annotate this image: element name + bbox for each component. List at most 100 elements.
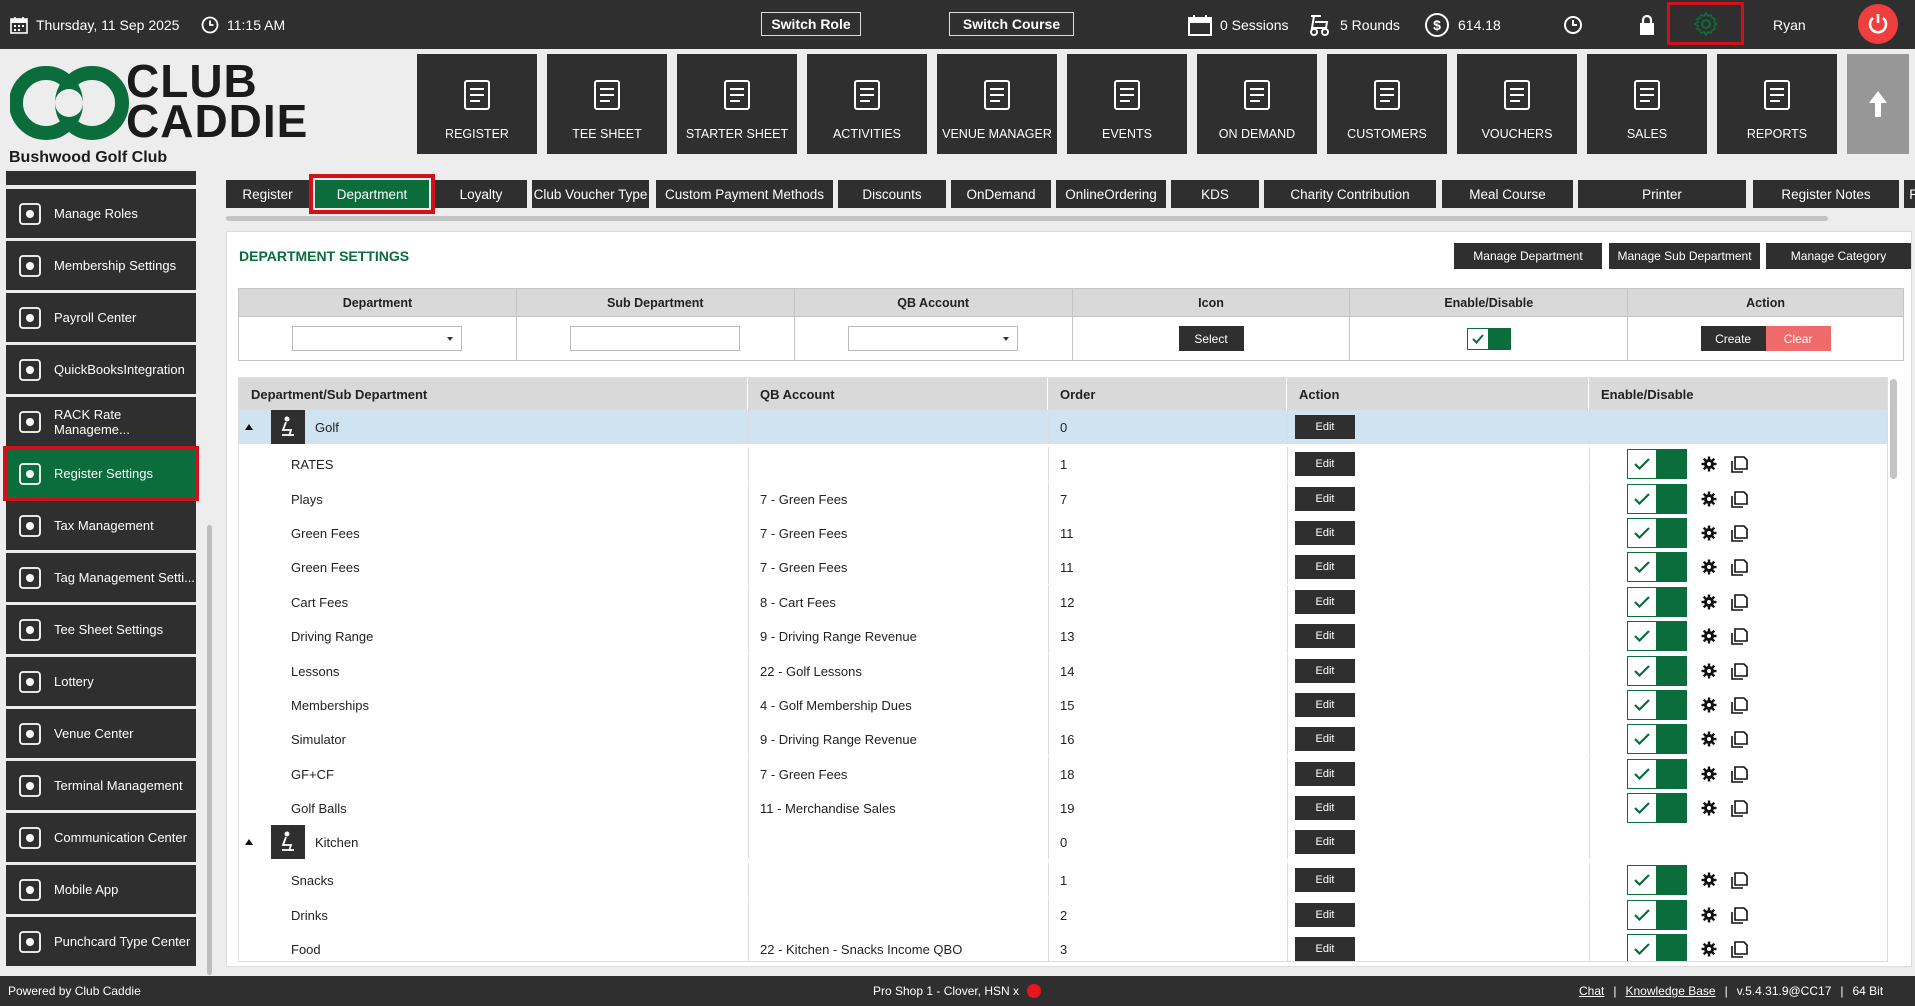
enable-toggle[interactable]: [1627, 449, 1687, 479]
sidebar-item-communication-center[interactable]: Communication Center: [6, 813, 196, 862]
sidebar-item-tag-management-setti[interactable]: Tag Management Setti...: [6, 553, 196, 602]
tab-register-notes[interactable]: Register Notes: [1753, 180, 1899, 208]
department-row[interactable]: Kitchen 0 Edit: [239, 825, 1887, 859]
gear-icon[interactable]: [1701, 731, 1717, 747]
sidebar-item-previous[interactable]: [6, 171, 196, 185]
sub-department-row[interactable]: Snacks 1 Edit: [239, 863, 1887, 897]
sidebar-item-mobile-app[interactable]: Mobile App: [6, 865, 196, 914]
edit-button[interactable]: Edit: [1295, 487, 1355, 511]
sidebar-item-register-settings[interactable]: Register Settings: [3, 446, 199, 501]
history-button[interactable]: [1563, 0, 1583, 49]
enable-toggle[interactable]: [1627, 484, 1687, 514]
edit-button[interactable]: Edit: [1295, 590, 1355, 614]
sidebar-item-payroll-center[interactable]: Payroll Center: [6, 293, 196, 342]
sub-department-row[interactable]: RATES 1 Edit: [239, 447, 1887, 481]
edit-button[interactable]: Edit: [1295, 624, 1355, 648]
gear-icon[interactable]: [1701, 766, 1717, 782]
tab-club-voucher-type[interactable]: Club Voucher Type: [532, 180, 649, 208]
copy-icon[interactable]: [1731, 799, 1749, 817]
module-tee-sheet[interactable]: TEE SHEET: [547, 54, 667, 154]
sidebar-item-rack-rate-manageme[interactable]: RACK Rate Manageme...: [6, 397, 196, 446]
edit-button[interactable]: Edit: [1295, 415, 1355, 439]
edit-button[interactable]: Edit: [1295, 868, 1355, 892]
tab-meal-course[interactable]: Meal Course: [1442, 180, 1573, 208]
department-row[interactable]: Golf 0 Edit: [239, 410, 1887, 444]
collapse-arrow-icon[interactable]: [245, 839, 253, 845]
sidebar-item-membership-settings[interactable]: Membership Settings: [6, 241, 196, 290]
gear-icon[interactable]: [1701, 525, 1717, 541]
sidebar-item-tee-sheet-settings[interactable]: Tee Sheet Settings: [6, 605, 196, 654]
clear-button[interactable]: Clear: [1765, 326, 1831, 351]
sidebar-item-lottery[interactable]: Lottery: [6, 657, 196, 706]
tabs-scrollbar[interactable]: [226, 216, 1828, 221]
tab-ondemand[interactable]: OnDemand: [951, 180, 1051, 208]
sub-department-row[interactable]: Food 22 - Kitchen - Snacks Income QBO 3 Edi…: [239, 932, 1887, 961]
enable-toggle[interactable]: [1627, 900, 1687, 930]
edit-button[interactable]: Edit: [1295, 727, 1355, 751]
sessions-display[interactable]: 0 Sessions: [1188, 0, 1288, 49]
sub-department-row[interactable]: Plays 7 - Green Fees 7 Edit: [239, 482, 1887, 516]
tab-discounts[interactable]: Discounts: [838, 180, 946, 208]
icon-select-button[interactable]: Select: [1178, 326, 1244, 351]
sidebar-item-venue-center[interactable]: Venue Center: [6, 709, 196, 758]
sub-department-row[interactable]: Lessons 22 - Golf Lessons 14 Edit: [239, 654, 1887, 688]
module-activities[interactable]: ACTIVITIES: [807, 54, 927, 154]
gear-icon[interactable]: [1701, 663, 1717, 679]
manage-department-button[interactable]: Manage Department: [1454, 243, 1602, 269]
department-select[interactable]: [292, 326, 463, 351]
gear-icon[interactable]: [1701, 907, 1717, 923]
sub-department-input[interactable]: [570, 326, 741, 351]
enable-toggle[interactable]: [1627, 724, 1687, 754]
module-customers[interactable]: CUSTOMERS: [1327, 54, 1447, 154]
tab-charity-contribution[interactable]: Charity Contribution: [1264, 180, 1436, 208]
copy-icon[interactable]: [1731, 627, 1749, 645]
gear-icon[interactable]: [1701, 491, 1717, 507]
module-events[interactable]: EVENTS: [1067, 54, 1187, 154]
manage-category-button[interactable]: Manage Category: [1766, 243, 1911, 269]
tab-register[interactable]: Register: [226, 180, 309, 208]
manage-sub-department-button[interactable]: Manage Sub Department: [1609, 243, 1760, 269]
gear-icon[interactable]: [1701, 628, 1717, 644]
sub-department-row[interactable]: GF+CF 7 - Green Fees 18 Edit: [239, 757, 1887, 791]
copy-icon[interactable]: [1731, 730, 1749, 748]
gear-icon[interactable]: [1701, 594, 1717, 610]
switch-role-button[interactable]: Switch Role: [761, 12, 861, 36]
module-reports[interactable]: REPORTS: [1717, 54, 1837, 154]
edit-button[interactable]: Edit: [1295, 693, 1355, 717]
enable-toggle[interactable]: [1627, 793, 1687, 823]
enable-toggle[interactable]: [1466, 327, 1511, 350]
enable-toggle[interactable]: [1627, 587, 1687, 617]
sub-department-row[interactable]: Drinks 2 Edit: [239, 898, 1887, 932]
enable-toggle[interactable]: [1627, 865, 1687, 895]
module-vouchers[interactable]: VOUCHERS: [1457, 54, 1577, 154]
sidebar-scrollbar[interactable]: [207, 525, 212, 975]
tab-department[interactable]: Department: [309, 174, 435, 214]
module-starter-sheet[interactable]: STARTER SHEET: [677, 54, 797, 154]
settings-button[interactable]: [1667, 2, 1744, 45]
knowledge-base-link[interactable]: Knowledge Base: [1625, 984, 1715, 998]
enable-toggle[interactable]: [1627, 690, 1687, 720]
enable-toggle[interactable]: [1627, 552, 1687, 582]
copy-icon[interactable]: [1731, 662, 1749, 680]
list-scrollbar[interactable]: [1890, 379, 1897, 479]
sub-department-row[interactable]: Green Fees 7 - Green Fees 11 Edit: [239, 516, 1887, 550]
enable-toggle[interactable]: [1627, 621, 1687, 651]
sub-department-row[interactable]: Driving Range 9 - Driving Range Revenue 13…: [239, 619, 1887, 653]
gear-icon[interactable]: [1701, 559, 1717, 575]
edit-button[interactable]: Edit: [1295, 659, 1355, 683]
sub-department-row[interactable]: Cart Fees 8 - Cart Fees 12 Edit: [239, 585, 1887, 619]
sub-department-row[interactable]: Simulator 9 - Driving Range Revenue 16 Edit: [239, 722, 1887, 756]
module-on-demand[interactable]: ON DEMAND: [1197, 54, 1317, 154]
collapse-header-button[interactable]: [1847, 54, 1909, 154]
edit-button[interactable]: Edit: [1295, 903, 1355, 927]
copy-icon[interactable]: [1731, 455, 1749, 473]
sub-department-row[interactable]: Golf Balls 11 - Merchandise Sales 19 Edit: [239, 791, 1887, 825]
sidebar-item-tax-management[interactable]: Tax Management: [6, 501, 196, 550]
gear-icon[interactable]: [1701, 800, 1717, 816]
sub-department-row[interactable]: Green Fees 7 - Green Fees 11 Edit: [239, 550, 1887, 584]
gear-icon[interactable]: [1701, 697, 1717, 713]
edit-button[interactable]: Edit: [1295, 830, 1355, 854]
copy-icon[interactable]: [1731, 558, 1749, 576]
copy-icon[interactable]: [1731, 593, 1749, 611]
tab-printer[interactable]: Printer: [1578, 180, 1746, 208]
